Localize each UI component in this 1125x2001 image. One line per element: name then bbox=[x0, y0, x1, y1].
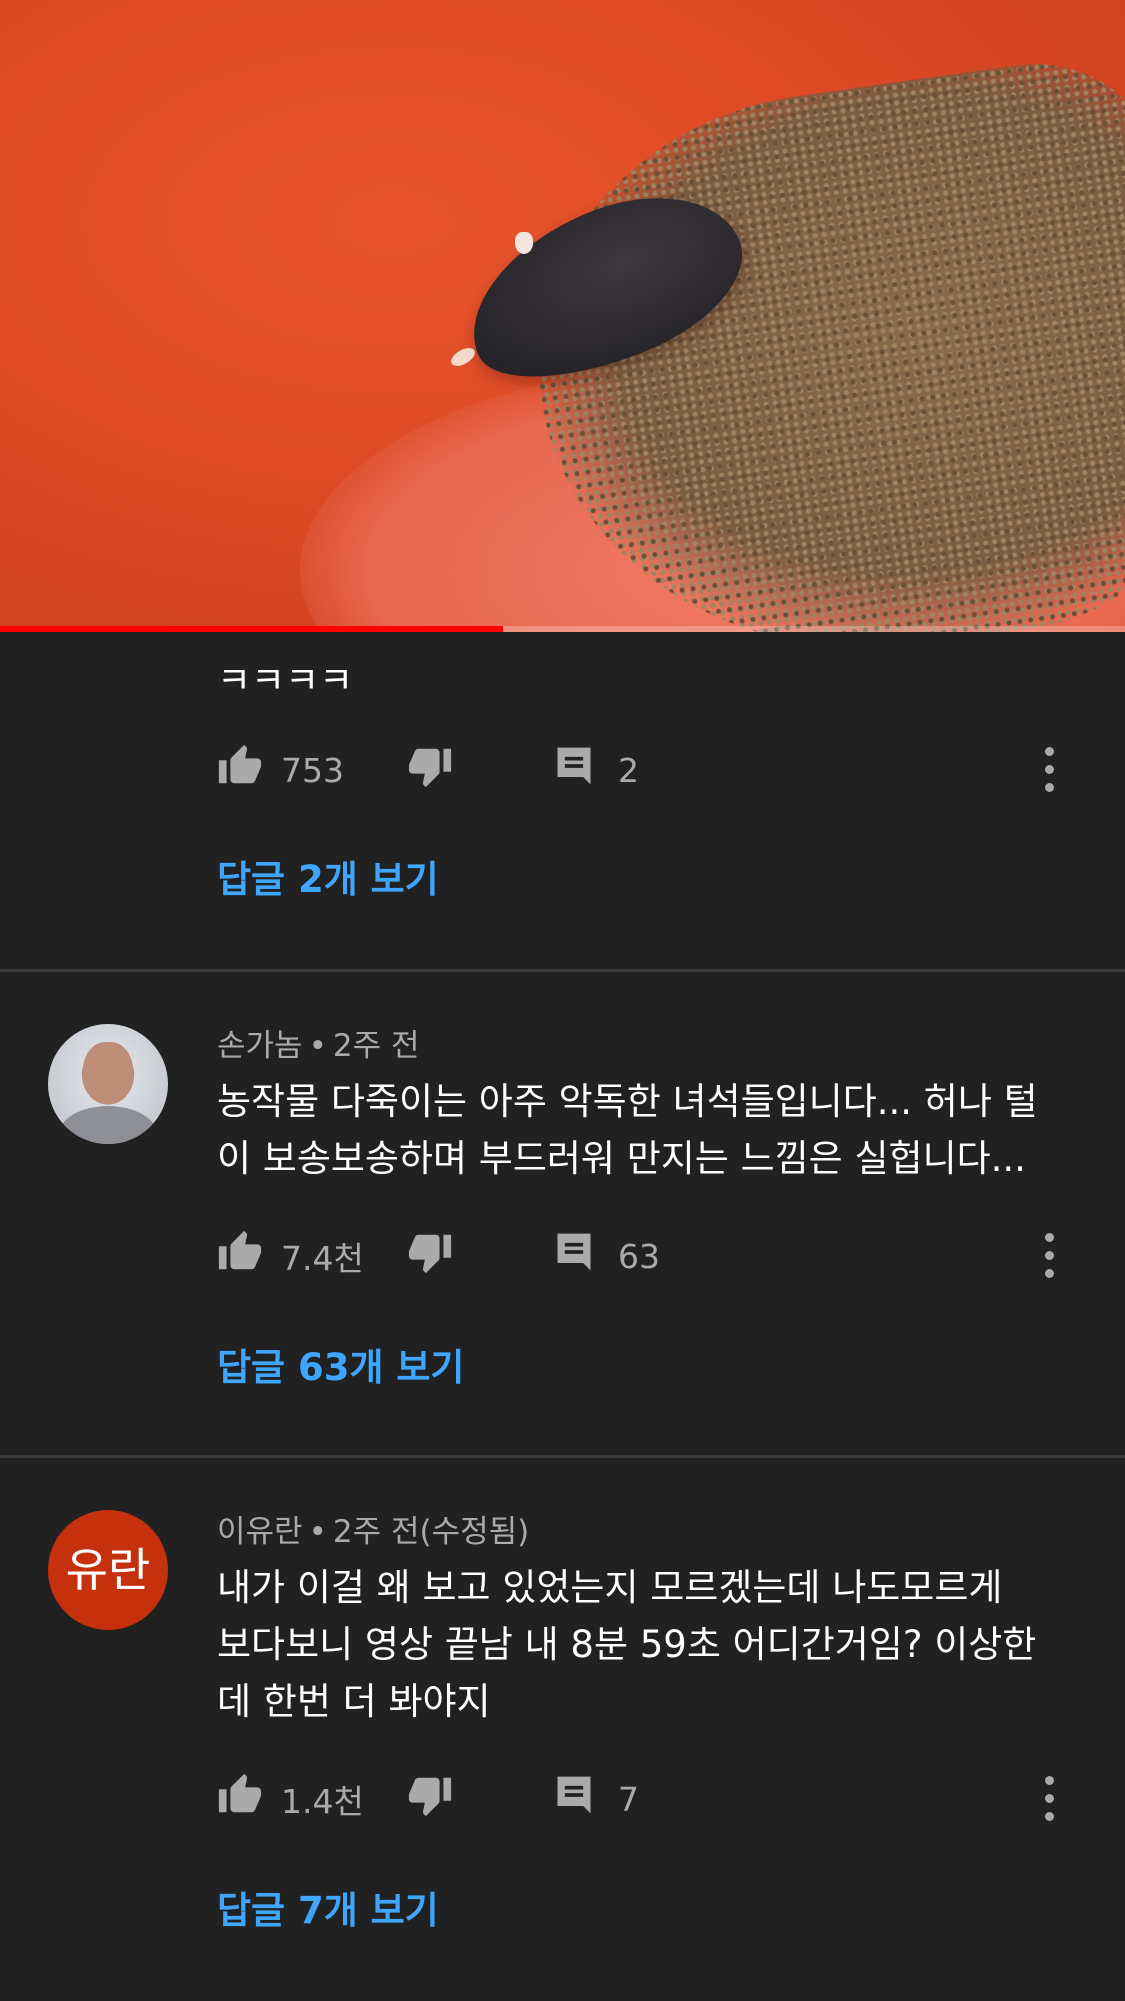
separator-dot: • bbox=[308, 1028, 327, 1064]
comment-text-line: 보다보니 영상 끝남 내 8분 59초 어디간거임? 이상한 bbox=[217, 1623, 1037, 1666]
more-vertical-icon[interactable] bbox=[1045, 1776, 1055, 1822]
comment-text: 농작물 다죽이는 아주 악독한 녀석들입니다... 허나 털 이 보송보송하며 … bbox=[217, 1073, 1085, 1187]
comment-text-line: 농작물 다죽이는 아주 악독한 녀석들입니다... 허나 털 bbox=[217, 1080, 1038, 1123]
thumbs-down-icon bbox=[407, 743, 453, 797]
comment-item: 손가놈 • 2주 전 농작물 다죽이는 아주 악독한 녀석들입니다... 허나 털 … bbox=[0, 972, 1125, 1455]
comment-author[interactable]: 이유란 bbox=[217, 1514, 303, 1550]
like-button[interactable]: 753 bbox=[217, 743, 407, 797]
comment-text-line: 내가 이걸 왜 보고 있었는지 모르겠는데 나도모르게 bbox=[217, 1566, 1003, 1609]
avatar-initials: 유란 bbox=[65, 1543, 151, 1597]
like-count: 1.4천 bbox=[281, 1782, 364, 1821]
comment-time: 2주 전 bbox=[332, 1028, 420, 1064]
reply-count: 63 bbox=[618, 1236, 660, 1276]
view-replies-link[interactable]: 답글 2개 보기 bbox=[217, 849, 439, 903]
thumbs-down-icon bbox=[407, 1772, 453, 1826]
comment-meta: 이유란 • 2주 전(수정됨) bbox=[217, 1506, 1085, 1551]
thumbs-up-icon bbox=[217, 1229, 263, 1283]
dislike-button[interactable] bbox=[407, 1229, 552, 1283]
more-vertical-icon[interactable] bbox=[1045, 747, 1055, 793]
video-player[interactable] bbox=[0, 0, 1125, 632]
comment-icon bbox=[552, 1230, 596, 1282]
mole-claw bbox=[515, 232, 533, 254]
dislike-button[interactable] bbox=[407, 743, 552, 797]
avatar[interactable]: 유란 bbox=[48, 1510, 168, 1630]
comment-item: 유란 이유란 • 2주 전(수정됨) 내가 이걸 왜 보고 있었는지 모르겠는데 나… bbox=[0, 1458, 1125, 1950]
reply-button[interactable]: 63 bbox=[552, 1230, 660, 1282]
mole-nose bbox=[448, 344, 478, 370]
comment-icon bbox=[552, 744, 596, 796]
separator-dot: • bbox=[308, 1514, 327, 1550]
reply-button[interactable]: 2 bbox=[552, 744, 639, 796]
comment-text: ㅋㅋㅋㅋ bbox=[217, 659, 354, 702]
reply-count: 2 bbox=[618, 750, 639, 790]
view-replies-link[interactable]: 답글 7개 보기 bbox=[217, 1880, 439, 1934]
like-count: 7.4천 bbox=[281, 1239, 364, 1278]
comment-meta: 손가놈 • 2주 전 bbox=[217, 1020, 1085, 1065]
reply-count: 7 bbox=[618, 1779, 639, 1819]
thumbs-up-icon bbox=[217, 1772, 263, 1826]
avatar[interactable] bbox=[48, 1024, 168, 1144]
comment-item: ㅋㅋㅋㅋ 753 2 답글 2개 보기 bbox=[0, 632, 1125, 969]
thumbs-down-icon bbox=[407, 1229, 453, 1283]
like-button[interactable]: 7.4천 bbox=[217, 1229, 407, 1283]
thumbs-up-icon bbox=[217, 743, 263, 797]
comment-text: 내가 이걸 왜 보고 있었는지 모르겠는데 나도모르게 보다보니 영상 끝남 내… bbox=[217, 1559, 1085, 1730]
comment-text-line: 이 보송보송하며 부드러워 만지는 느낌은 실헙니다... bbox=[217, 1137, 1026, 1180]
bucket-rim bbox=[0, 0, 453, 314]
comments-list: ㅋㅋㅋㅋ 753 2 답글 2개 보기 손가놈 • 2주 전 농작물 다죽이는 … bbox=[0, 632, 1125, 1950]
comment-time: 2주 전(수정됨) bbox=[332, 1514, 530, 1550]
avatar-shirt bbox=[58, 1106, 158, 1144]
like-button[interactable]: 1.4천 bbox=[217, 1772, 407, 1826]
dislike-button[interactable] bbox=[407, 1772, 552, 1826]
more-vertical-icon[interactable] bbox=[1045, 1233, 1055, 1279]
reply-button[interactable]: 7 bbox=[552, 1773, 639, 1825]
comment-icon bbox=[552, 1773, 596, 1825]
comment-actions: 1.4천 7 bbox=[217, 1764, 1085, 1834]
comment-actions: 753 2 bbox=[217, 735, 1085, 805]
avatar-face bbox=[83, 1042, 133, 1104]
comment-text-line: 데 한번 더 봐야지 bbox=[217, 1680, 491, 1723]
comment-author[interactable]: 손가놈 bbox=[217, 1028, 303, 1064]
view-replies-link[interactable]: 답글 63개 보기 bbox=[217, 1337, 464, 1391]
comment-actions: 7.4천 63 bbox=[217, 1221, 1085, 1291]
like-count: 753 bbox=[281, 750, 344, 790]
